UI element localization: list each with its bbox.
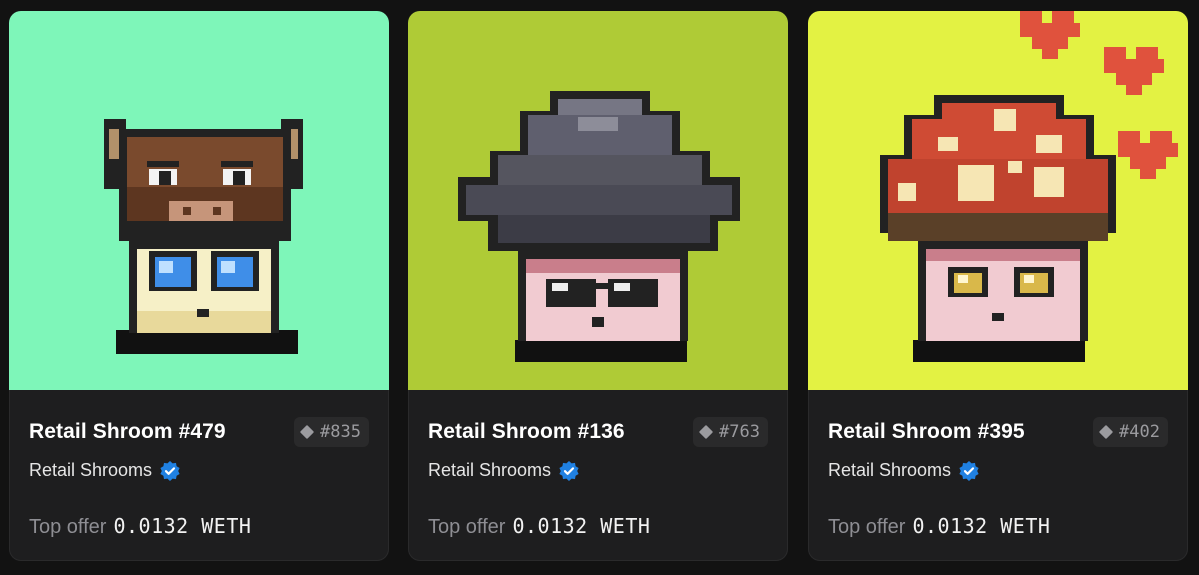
nft-card[interactable]: Retail Shroom #395 #402 Retail Shrooms T… [808, 11, 1188, 561]
nft-info: Retail Shroom #479 #835 Retail Shrooms T… [9, 390, 389, 561]
collection-name: Retail Shrooms [29, 460, 153, 480]
collection-name: Retail Shrooms [828, 460, 952, 480]
nft-title[interactable]: Retail Shroom #479 [29, 420, 226, 444]
collection-name: Retail Shrooms [428, 460, 552, 480]
diamond-rank-icon [299, 424, 315, 440]
top-offer-value: 0.0132 WETH [113, 514, 252, 538]
top-offer-label: Top offer [29, 516, 107, 538]
rarity-rank-badge[interactable]: #402 [1093, 417, 1168, 447]
collection-link[interactable]: Retail Shrooms [29, 460, 180, 481]
top-offer-value: 0.0132 WETH [512, 514, 651, 538]
top-offer-label: Top offer [828, 516, 906, 538]
nft-card[interactable]: Retail Shroom #136 #763 Retail Shrooms T… [408, 11, 788, 561]
nft-image[interactable] [808, 11, 1188, 390]
rank-value: #402 [1119, 422, 1160, 442]
top-offer-value: 0.0132 WETH [912, 514, 1051, 538]
verified-badge-icon [959, 460, 979, 481]
rank-value: #835 [320, 422, 361, 442]
rank-value: #763 [719, 422, 760, 442]
verified-badge-icon [160, 460, 180, 481]
rarity-rank-badge[interactable]: #835 [294, 417, 369, 447]
nft-info: Retail Shroom #395 #402 Retail Shrooms T… [808, 390, 1188, 561]
nft-info: Retail Shroom #136 #763 Retail Shrooms T… [408, 390, 788, 561]
nft-title[interactable]: Retail Shroom #395 [828, 420, 1025, 444]
nft-card[interactable]: Retail Shroom #479 #835 Retail Shrooms T… [9, 11, 389, 561]
verified-badge-icon [559, 460, 579, 481]
nft-title[interactable]: Retail Shroom #136 [428, 420, 625, 444]
top-offer: Top offer 0.0132 WETH [828, 514, 1050, 539]
top-offer-label: Top offer [428, 516, 506, 538]
collection-link[interactable]: Retail Shrooms [828, 460, 979, 481]
diamond-rank-icon [1098, 424, 1114, 440]
nft-image[interactable] [408, 11, 788, 390]
rarity-rank-badge[interactable]: #763 [693, 417, 768, 447]
nft-image[interactable] [9, 11, 389, 390]
diamond-rank-icon [698, 424, 714, 440]
collection-link[interactable]: Retail Shrooms [428, 460, 579, 481]
nft-card-grid: Retail Shroom #479 #835 Retail Shrooms T… [0, 0, 1199, 575]
top-offer: Top offer 0.0132 WETH [29, 514, 251, 539]
top-offer: Top offer 0.0132 WETH [428, 514, 650, 539]
